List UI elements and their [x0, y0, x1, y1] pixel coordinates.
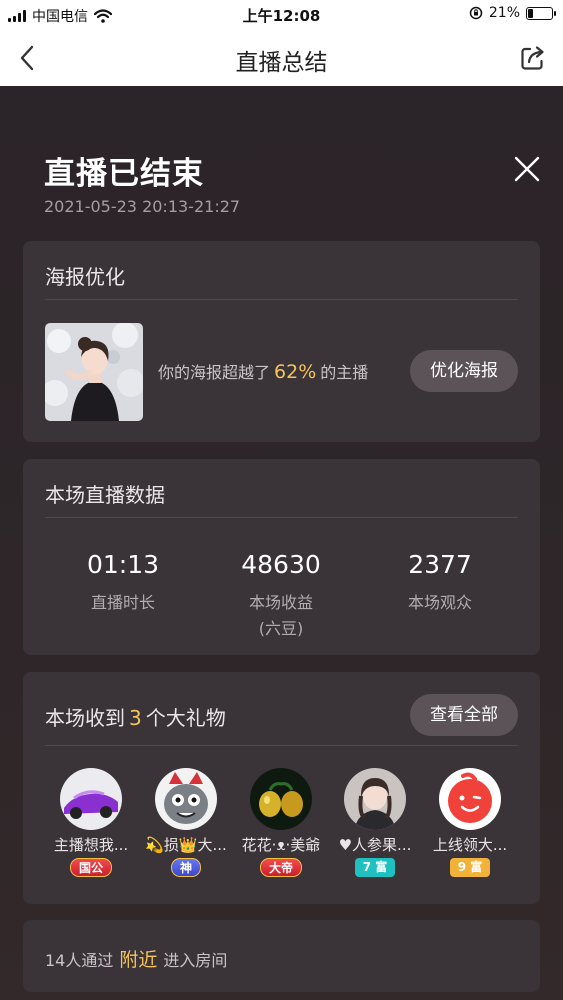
stat-label: 直播时长	[90, 593, 155, 612]
stat-earnings: 48630 本场收益 (六豆)	[201, 550, 361, 639]
optimize-poster-button[interactable]: 优化海报	[410, 350, 518, 392]
gifts-count: 3	[129, 706, 142, 730]
divider	[45, 299, 518, 300]
big-gifts-card: 本场收到 3 个大礼物 查看全部 主播想我... 国公 💫损👑大... 神 花花…	[23, 672, 540, 904]
stat-label: 本场收益	[248, 593, 313, 612]
poster-optimization-card: 海报优化 你的海报超越了 62% 的主播 优化海报	[23, 241, 540, 442]
view-all-button[interactable]: 查看全部	[410, 694, 518, 736]
donor-name: 💫损👑大...	[145, 836, 227, 854]
poster-text-after: 的主播	[320, 363, 369, 382]
poster-heading: 海报优化	[45, 265, 125, 289]
entry-source: 附近	[119, 949, 158, 971]
live-ended-title: 直播已结束	[44, 156, 204, 192]
rank-badge: 大帝	[259, 858, 302, 877]
entry-source-card: 14人通过 附近 进入房间	[23, 920, 540, 992]
poster-image	[45, 323, 143, 421]
stat-unit: (六豆)	[258, 619, 304, 638]
gifts-heading: 本场收到 3 个大礼物	[45, 702, 226, 731]
live-time-range: 2021-05-23 20:13-21:27	[44, 197, 241, 216]
donor-item[interactable]: 主播想我... 国公	[45, 768, 137, 877]
stat-value: 48630	[241, 550, 321, 579]
donor-item[interactable]: 上线领大... 9 富	[424, 768, 516, 877]
rank-badge: 9 富	[449, 858, 491, 877]
donor-item[interactable]: 💫损👑大... 神	[140, 768, 232, 877]
poster-percent: 62%	[274, 361, 317, 383]
donor-name: 花花·ᴥ·美爺	[241, 836, 321, 854]
close-icon[interactable]	[510, 152, 544, 186]
entry-text-before: 14人通过	[45, 951, 114, 970]
rank-badge: 神	[170, 858, 201, 877]
live-summary-panel: 直播已结束 2021-05-23 20:13-21:27 海报优化 你的海报超越…	[0, 86, 563, 1000]
donor-item[interactable]: ♥人参果... 7 富	[329, 768, 421, 877]
rank-badge: 7 富	[354, 858, 396, 877]
entry-text-after: 进入房间	[163, 951, 228, 970]
page-title: 直播总结	[235, 50, 328, 76]
live-stats-card: 本场直播数据 01:13 直播时长 48630 本场收益 (六豆) 2377 本…	[23, 459, 540, 655]
stat-value: 2377	[408, 550, 472, 579]
avatar	[250, 768, 312, 830]
poster-thumbnail[interactable]	[45, 323, 143, 421]
poster-rank-text: 你的海报超越了 62% 的主播	[158, 359, 368, 383]
nav-bar: 直播总结	[0, 30, 563, 86]
donor-name: 上线领大...	[432, 836, 508, 854]
donor-name: 主播想我...	[53, 836, 129, 854]
donor-item[interactable]: 花花·ᴥ·美爺 大帝	[235, 768, 327, 877]
battery-level	[528, 8, 533, 18]
donor-name: ♥人参果...	[338, 836, 412, 854]
poster-text-before: 你的海报超越了	[158, 363, 271, 382]
battery-icon	[526, 6, 556, 20]
stat-viewers: 2377 本场观众	[360, 550, 520, 613]
share-icon[interactable]	[517, 42, 549, 74]
stat-label: 本场观众	[407, 593, 472, 612]
avatar	[344, 768, 406, 830]
stat-value: 01:13	[86, 550, 160, 579]
stat-duration: 01:13 直播时长	[43, 550, 203, 613]
battery-percent: 21%	[488, 5, 520, 21]
avatar	[155, 768, 217, 830]
rank-badge: 国公	[69, 858, 112, 877]
gifts-heading-before: 本场收到	[45, 706, 125, 730]
status-bar: 中国电信 上午12:08 21%	[0, 0, 563, 30]
stats-heading: 本场直播数据	[45, 483, 165, 507]
status-right: 21%	[469, 5, 556, 21]
divider	[45, 517, 518, 518]
avatar	[60, 768, 122, 830]
rotation-lock-icon	[469, 6, 483, 20]
divider	[45, 745, 518, 746]
entry-source-text: 14人通过 附近 进入房间	[45, 945, 227, 972]
gifts-heading-after: 个大礼物	[145, 706, 226, 730]
avatar	[439, 768, 501, 830]
